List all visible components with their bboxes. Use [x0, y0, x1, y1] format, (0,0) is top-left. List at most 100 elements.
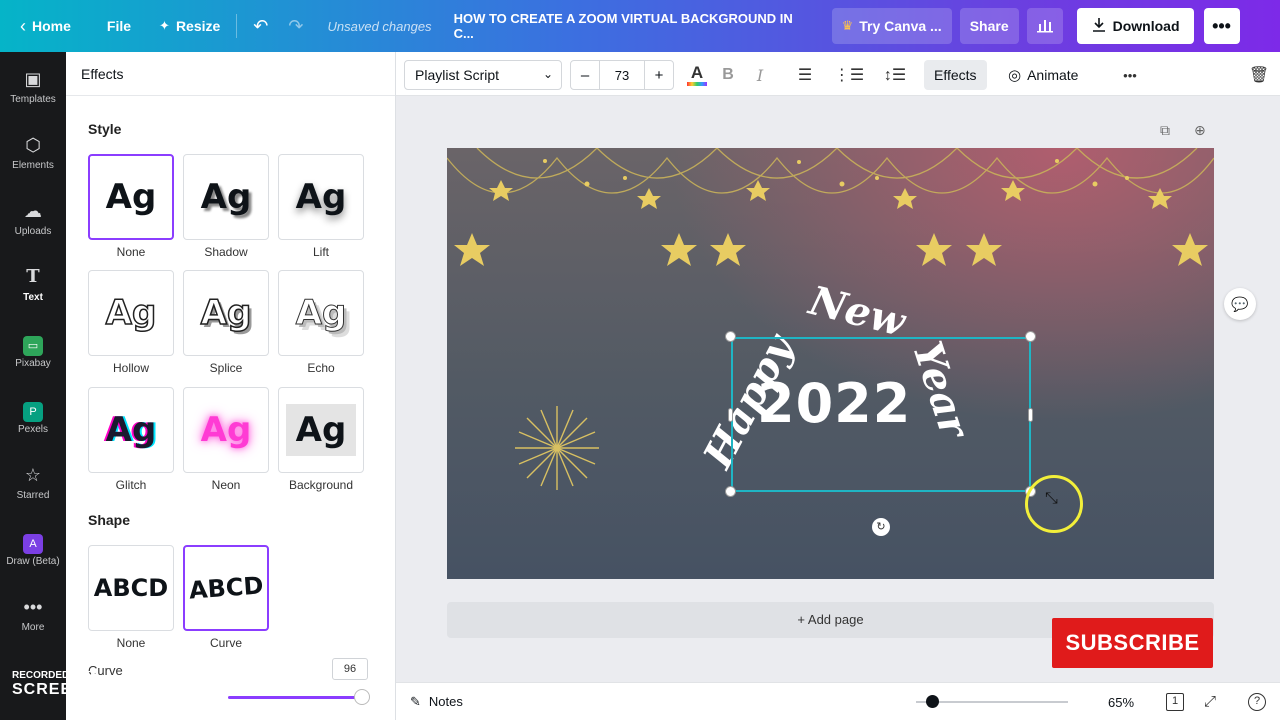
add-comment-button[interactable]: 💬 [1224, 288, 1256, 320]
rail-label: Pexels [17, 424, 48, 435]
home-button[interactable]: ‹ Home [10, 8, 81, 44]
comment-icon: 💬 [1231, 296, 1249, 312]
effect-tile: Ag [278, 387, 364, 473]
file-menu-button[interactable]: File [97, 8, 141, 44]
share-label: Share [969, 18, 1009, 34]
notes-icon: ✎ [410, 694, 421, 709]
effect-label: None [116, 245, 146, 259]
bold-icon: B [722, 66, 734, 83]
try-canva-pro-button[interactable]: ♛ Try Canva ... [831, 8, 952, 44]
effect-echo[interactable]: Ag Echo [278, 270, 364, 375]
rail-item-text[interactable]: T Text [0, 266, 66, 303]
ellipsis-icon: ••• [1212, 15, 1231, 36]
effect-label: Background [288, 478, 354, 492]
font-family-dropdown[interactable]: Playlist Script ⌄ [404, 60, 562, 90]
undo-icon: ↶ [253, 15, 269, 36]
download-label: Download [1112, 18, 1180, 34]
file-label: File [106, 18, 132, 34]
rail-item-pixabay[interactable]: ▭ Pixabay [0, 332, 66, 369]
redo-button[interactable]: ↷ [278, 8, 313, 44]
bottom-bar: ✎ Notes 65% 1 ⤢ ? [396, 682, 1280, 720]
decrease-font-size-button[interactable]: – [571, 61, 599, 89]
effect-splice[interactable]: Ag Splice [183, 270, 269, 375]
font-family-value: Playlist Script [415, 67, 500, 83]
effect-sample: Ag [200, 177, 252, 217]
text-toolbar: Playlist Script ⌄ – 73 + A B I ☰ ⋮☰ ↕☰ E… [396, 52, 1280, 96]
effects-panel: Effects Style Ag None Ag Shadow Ag Lift … [66, 52, 396, 720]
effect-tile: Ag [183, 387, 269, 473]
rotate-handle[interactable]: ↻ [872, 518, 890, 536]
save-status: Unsaved changes [327, 18, 432, 34]
insights-button[interactable] [1026, 8, 1063, 44]
rail-label: Elements [12, 160, 54, 171]
curve-slider-thumb[interactable] [354, 689, 370, 705]
more-toolbar-button[interactable]: ••• [1118, 60, 1142, 90]
fullscreen-icon[interactable]: ⤢ [1204, 693, 1216, 710]
curve-slider-track[interactable] [228, 696, 360, 699]
italic-button[interactable]: I [748, 60, 772, 90]
undo-button[interactable]: ↶ [243, 8, 278, 44]
document-title[interactable]: HOW TO CREATE A ZOOM VIRTUAL BACKGROUND … [454, 11, 814, 41]
selection-box[interactable] [731, 337, 1031, 492]
pixabay-icon: ▭ [23, 336, 43, 356]
effect-shadow[interactable]: Ag Shadow [183, 154, 269, 259]
redo-icon: ↷ [288, 15, 304, 36]
animate-button[interactable]: ◎ Animate [1008, 60, 1078, 90]
shape-curve[interactable]: ABCD Curve [183, 545, 269, 650]
more-options-button[interactable]: ••• [1203, 8, 1240, 44]
uploads-icon: ☁ [24, 201, 42, 221]
curve-value-input[interactable]: 96 [332, 658, 368, 680]
resize-handle-bottom-left[interactable] [725, 486, 736, 497]
canvas-area: ⧉ ⊕ Happy New Year 2022 ↻ ⤡ 💬 + Add page [396, 96, 1280, 682]
rail-item-draw[interactable]: A Draw (Beta) [0, 530, 66, 567]
rail-item-more[interactable]: ••• More [0, 596, 66, 633]
zoom-slider-thumb[interactable] [926, 695, 939, 708]
color-bar [687, 82, 707, 86]
page-count-button[interactable]: 1 [1166, 693, 1184, 711]
resize-handle-top-right[interactable] [1025, 331, 1036, 342]
watermark-caption: RECORDED WITH [12, 670, 98, 681]
effect-tile: Ag [278, 154, 364, 240]
zoom-level[interactable]: 65% [1108, 695, 1134, 710]
list-button[interactable]: ⋮☰ [834, 60, 864, 90]
home-label: Home [32, 18, 71, 34]
effect-glitch[interactable]: Ag Glitch [88, 387, 174, 492]
delete-button[interactable]: 🗑 [1248, 60, 1270, 90]
effect-hollow[interactable]: Ag Hollow [88, 270, 174, 375]
rail-item-uploads[interactable]: ☁ Uploads [0, 200, 66, 237]
download-button[interactable]: Download [1076, 8, 1194, 44]
recorder-watermark: RECORDED WITH SCREENCAST MATIC [12, 670, 192, 699]
resize-button[interactable]: ✦ Resize [149, 8, 230, 44]
bold-button[interactable]: B [716, 60, 740, 90]
shape-sample: ABCD [93, 574, 169, 602]
help-icon[interactable]: ? [1248, 693, 1266, 711]
style-section-title: Style [88, 121, 122, 137]
resize-handle-left[interactable] [728, 408, 733, 422]
add-page-icon[interactable]: ⊕ [1194, 122, 1206, 139]
rail-item-starred[interactable]: ☆ Starred [0, 464, 66, 501]
text-color-button[interactable]: A [684, 60, 710, 90]
effect-none[interactable]: Ag None [88, 154, 174, 259]
rail-item-templates[interactable]: ▣ Templates [0, 68, 66, 105]
increase-font-size-button[interactable]: + [645, 61, 673, 89]
resize-handle-right[interactable] [1028, 408, 1033, 422]
shape-none[interactable]: ABCD None [88, 545, 174, 650]
notes-button[interactable]: ✎ Notes [410, 694, 463, 710]
share-button[interactable]: Share [959, 8, 1019, 44]
resize-handle-top-left[interactable] [725, 331, 736, 342]
effect-neon[interactable]: Ag Neon [183, 387, 269, 492]
rail-item-elements[interactable]: ⬡ Elements [0, 134, 66, 171]
duplicate-page-icon[interactable]: ⧉ [1160, 122, 1170, 139]
firework [515, 406, 599, 490]
design-page[interactable]: Happy New Year 2022 ↻ ⤡ [447, 148, 1214, 579]
crown-icon: ♛ [841, 18, 854, 33]
rail-item-pexels[interactable]: P Pexels [0, 398, 66, 435]
effect-lift[interactable]: Ag Lift [278, 154, 364, 259]
align-button[interactable]: ☰ [792, 60, 818, 90]
effect-background[interactable]: Ag Background [278, 387, 364, 492]
text-color-icon: A [690, 63, 704, 82]
spacing-button[interactable]: ↕☰ [882, 60, 908, 90]
font-size-input[interactable]: 73 [599, 61, 645, 89]
effect-label: Neon [211, 478, 241, 492]
effects-button[interactable]: Effects [924, 60, 987, 90]
